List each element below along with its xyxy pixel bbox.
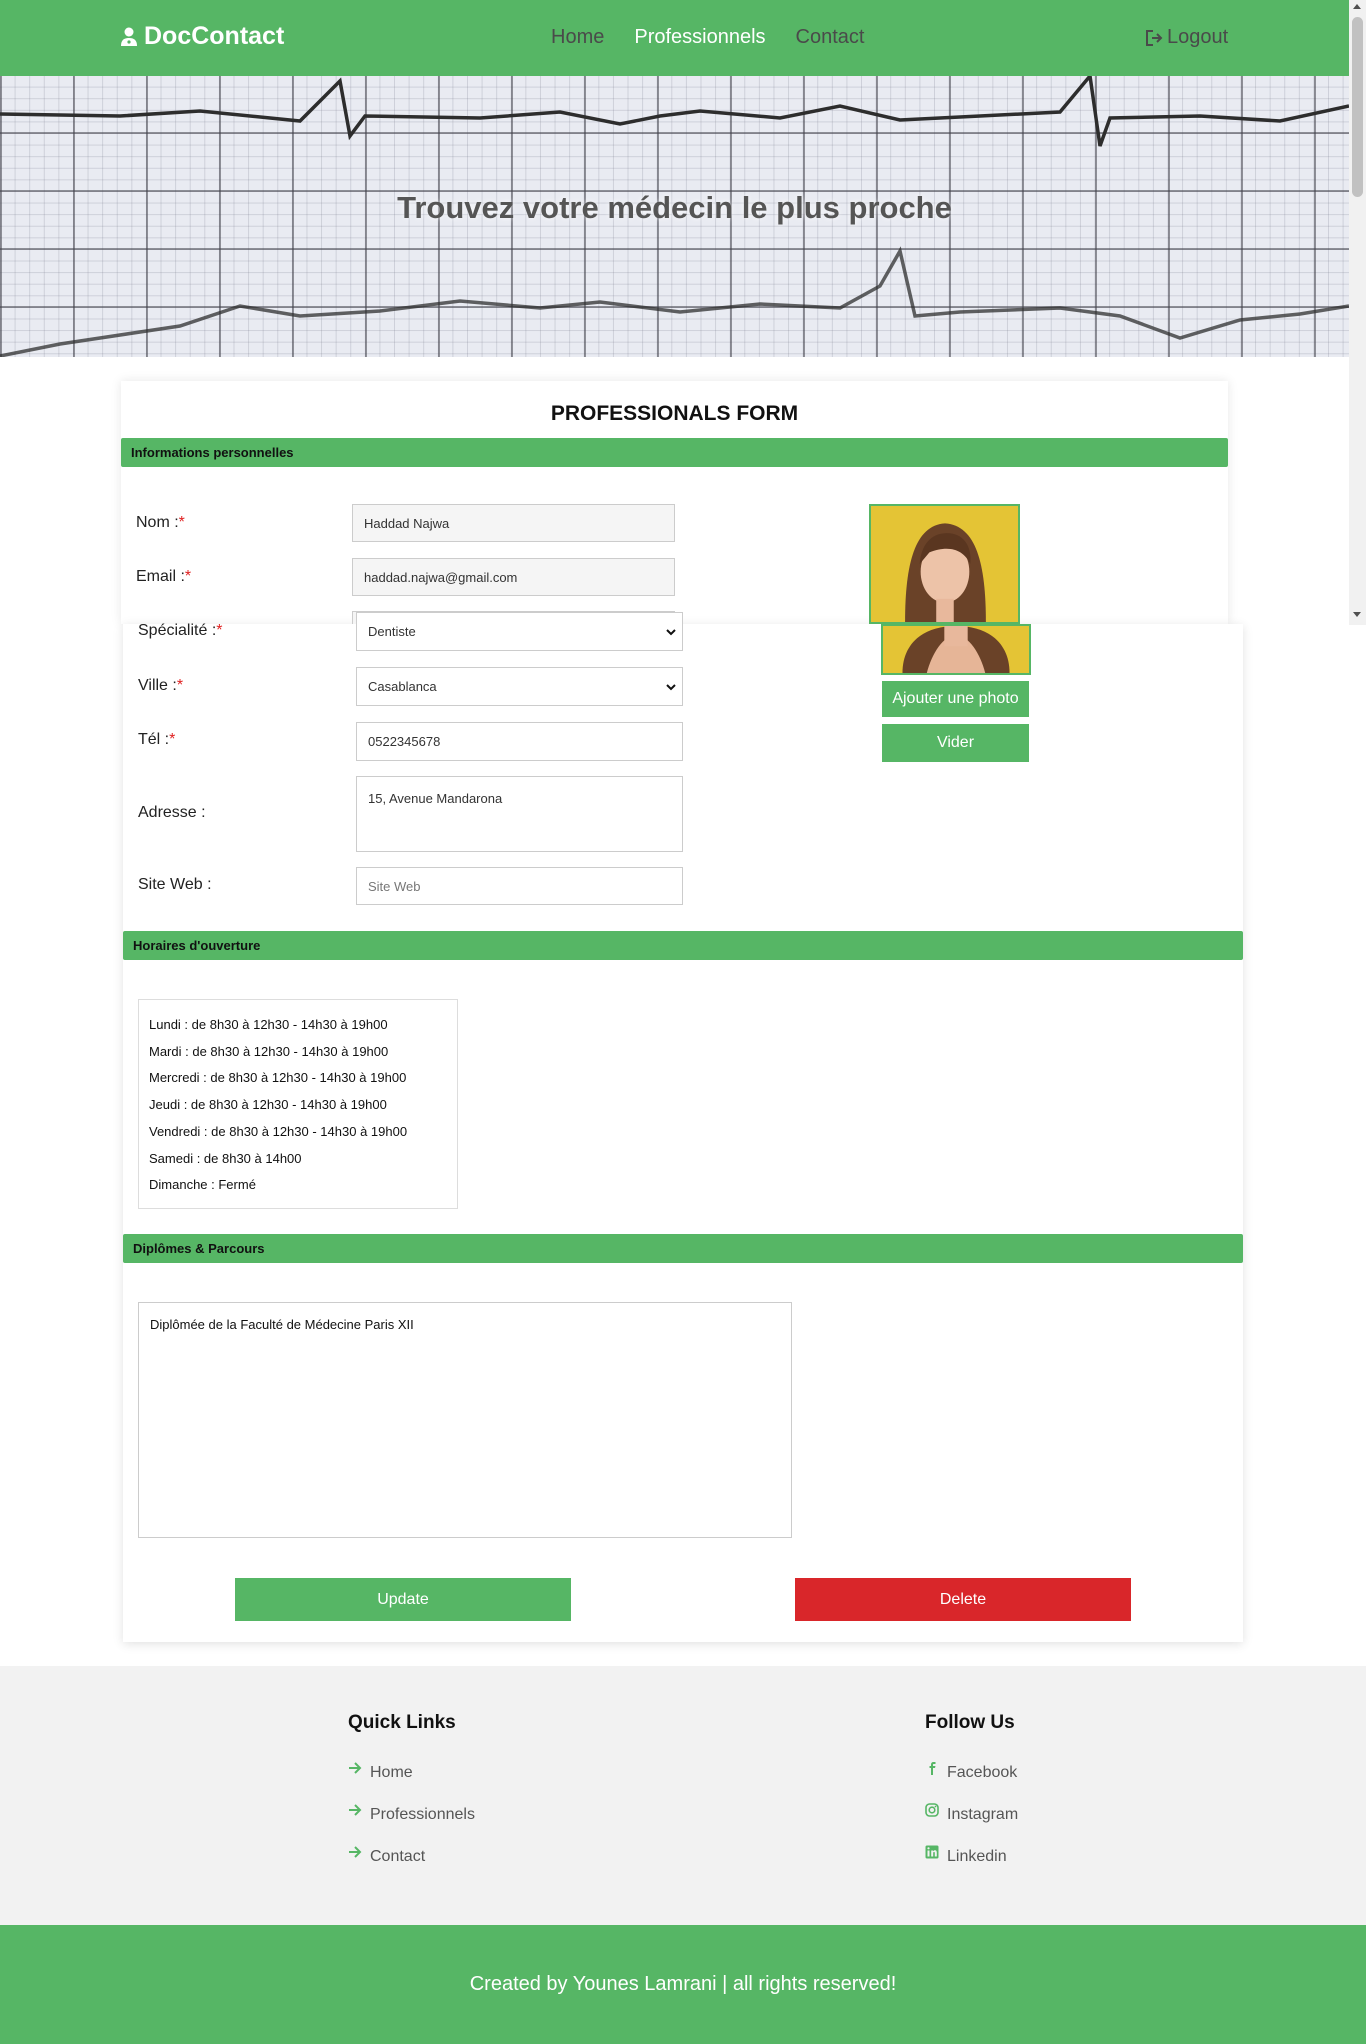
brand-name: DocContact <box>144 22 285 50</box>
hero-banner: Trouvez votre médecin le plus proche <box>0 76 1349 357</box>
email-label: Email :* <box>136 568 192 585</box>
diplomas-textarea[interactable]: Diplômée de la Faculté de Médecine Paris… <box>138 1302 792 1538</box>
nav-link-home[interactable]: Home <box>551 26 604 49</box>
social-link-instagram[interactable]: Instagram <box>925 1794 1018 1836</box>
section-diplomas: Diplômes & Parcours <box>123 1234 1243 1263</box>
section-personal-info: Informations personnelles <box>121 438 1228 467</box>
opening-hours-textarea[interactable]: Lundi : de 8h30 à 12h30 - 14h30 à 19h00 … <box>138 999 458 1209</box>
footer-quick-links: Quick Links Home Professionnels Contact <box>348 1712 475 1878</box>
logout-label: Logout <box>1167 26 1229 48</box>
hours-line: Mercredi : de 8h30 à 12h30 - 14h30 à 19h… <box>149 1070 407 1086</box>
footer-link-professionnels[interactable]: Professionnels <box>348 1794 475 1836</box>
nav-menu: Home Professionnels Contact <box>551 26 864 49</box>
footer: Quick Links Home Professionnels Contact … <box>0 1666 1366 1925</box>
specialite-select[interactable]: Dentiste <box>356 612 683 651</box>
social-label: Instagram <box>947 1806 1019 1823</box>
quick-links-title: Quick Links <box>348 1712 456 1733</box>
social-label: Linkedin <box>947 1848 1007 1865</box>
logout-link[interactable]: Logout <box>1145 26 1228 49</box>
social-link-linkedin[interactable]: Linkedin <box>925 1836 1018 1878</box>
hours-line: Jeudi : de 8h30 à 12h30 - 14h30 à 19h00 <box>149 1097 387 1113</box>
linkedin-icon <box>925 1845 939 1859</box>
profile-photo <box>869 504 1020 624</box>
footer-link-label: Professionnels <box>370 1806 475 1823</box>
profile-photo-lower <box>881 624 1031 675</box>
profile-photo-image <box>871 506 1018 622</box>
ville-value: Casablanca <box>368 679 437 694</box>
footer-follow-us: Follow Us Facebook Instagram Linkedin <box>925 1712 1018 1878</box>
logout-icon <box>1146 29 1163 46</box>
footer-link-label: Contact <box>370 1848 426 1865</box>
hours-line: Mardi : de 8h30 à 12h30 - 14h30 à 19h00 <box>149 1043 389 1059</box>
hero-title: Trouvez votre médecin le plus proche <box>397 190 952 225</box>
add-photo-button[interactable]: Ajouter une photo <box>882 681 1029 717</box>
facebook-icon <box>929 1762 936 1775</box>
profile-photo-image-lower <box>883 626 1029 673</box>
scroll-down-icon[interactable] <box>1353 612 1361 617</box>
arrow-right-icon <box>349 1846 362 1858</box>
tel-label: Tél :* <box>138 731 176 748</box>
hours-line: Samedi : de 8h30 à 14h00 <box>149 1150 302 1166</box>
footer-link-home[interactable]: Home <box>348 1752 475 1794</box>
user-doctor-icon <box>121 27 137 46</box>
page-scrollbar[interactable] <box>1349 0 1366 625</box>
copyright-bar: Created by Younes Lamrani | all rights r… <box>0 1925 1366 2044</box>
hours-line: Vendredi : de 8h30 à 12h30 - 14h30 à 19h… <box>149 1123 408 1139</box>
follow-us-title: Follow Us <box>925 1712 1015 1733</box>
footer-link-contact[interactable]: Contact <box>348 1836 475 1878</box>
hours-line: Lundi : de 8h30 à 12h30 - 14h30 à 19h00 <box>149 1017 388 1032</box>
section-opening-hours: Horaires d'ouverture <box>123 931 1243 960</box>
site-web-label: Site Web : <box>138 876 212 893</box>
arrow-right-icon <box>349 1762 362 1774</box>
chevron-down-icon <box>666 628 676 635</box>
update-button[interactable]: Update <box>235 1578 571 1621</box>
specialite-value: Dentiste <box>368 624 416 639</box>
adresse-label: Adresse : <box>138 804 206 821</box>
hours-line: Dimanche : Fermé <box>149 1177 256 1193</box>
social-label: Facebook <box>947 1764 1018 1781</box>
ville-label: Ville :* <box>138 677 184 694</box>
clear-photo-button[interactable]: Vider <box>882 724 1029 762</box>
tel-input[interactable]: 0522345678 <box>356 722 683 761</box>
nav-link-professionnels[interactable]: Professionnels <box>634 26 765 49</box>
delete-button[interactable]: Delete <box>795 1578 1131 1621</box>
arrow-right-icon <box>349 1804 362 1816</box>
instagram-icon <box>925 1803 939 1817</box>
nav-link-contact[interactable]: Contact <box>796 26 865 49</box>
nom-label: Nom :* <box>136 514 185 531</box>
scroll-up-icon[interactable] <box>1353 4 1361 9</box>
footer-link-label: Home <box>370 1764 413 1781</box>
specialite-label: Spécialité :* <box>138 622 223 639</box>
adresse-textarea[interactable]: 15, Avenue Mandarona <box>356 776 683 852</box>
nom-input[interactable]: Haddad Najwa <box>352 504 675 542</box>
navbar: DocContact Home Professionnels Contact L… <box>0 0 1349 76</box>
form-title: PROFESSIONALS FORM <box>550 402 799 425</box>
chevron-down-icon <box>666 683 676 690</box>
brand-logo[interactable]: DocContact <box>120 22 284 51</box>
site-web-input[interactable]: Site Web <box>356 867 683 905</box>
email-input[interactable]: haddad.najwa@gmail.com <box>352 558 675 596</box>
ville-select[interactable]: Casablanca <box>356 667 683 706</box>
social-link-facebook[interactable]: Facebook <box>925 1752 1018 1794</box>
scroll-thumb[interactable] <box>1352 17 1363 197</box>
